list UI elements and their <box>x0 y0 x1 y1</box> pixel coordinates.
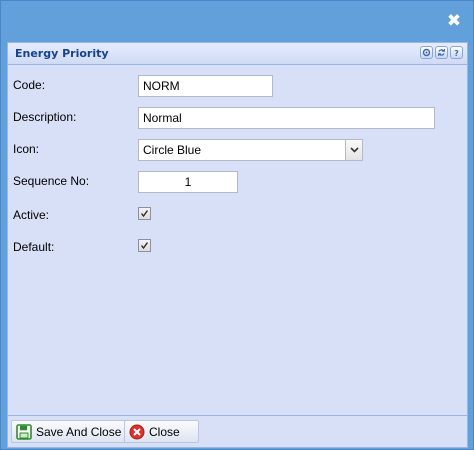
icon-select-value: Circle Blue <box>143 143 202 157</box>
save-and-close-button[interactable]: Save And Close <box>11 420 129 443</box>
default-row: Default: <box>13 237 463 257</box>
icon-select[interactable]: Circle Blue <box>138 139 363 161</box>
description-label: Description: <box>13 110 77 124</box>
dialog-footer: Save And Close Close <box>8 415 467 447</box>
panel-header: Energy Priority ? <box>8 43 467 65</box>
active-row: Active: <box>13 205 463 225</box>
refresh-icon[interactable] <box>435 46 448 59</box>
gear-icon[interactable] <box>420 46 433 59</box>
checkmark-icon <box>140 210 149 218</box>
code-label: Code: <box>13 78 46 92</box>
panel-tools: ? <box>420 46 463 59</box>
checkmark-icon <box>140 242 149 250</box>
dialog-window: ✖ Energy Priority ? Code: NORM Descripti… <box>0 0 474 450</box>
icon-row: Icon: Circle Blue <box>13 139 463 161</box>
chevron-down-icon[interactable] <box>345 140 362 160</box>
default-checkbox[interactable] <box>138 239 151 252</box>
description-row: Description: Normal <box>13 107 463 129</box>
energy-priority-panel: Energy Priority ? Code: NORM Description… <box>7 42 468 448</box>
save-icon <box>16 423 32 440</box>
code-field[interactable]: NORM <box>138 75 273 97</box>
close-button[interactable]: Close <box>124 420 199 443</box>
description-field[interactable]: Normal <box>138 107 435 129</box>
panel-title: Energy Priority <box>15 47 109 60</box>
close-window-icon[interactable]: ✖ <box>446 12 462 30</box>
icon-label: Icon: <box>13 142 40 156</box>
help-icon[interactable]: ? <box>450 46 463 59</box>
default-label: Default: <box>13 240 55 254</box>
close-label: Close <box>149 424 180 439</box>
sequence-field[interactable]: 1 <box>138 171 238 193</box>
close-icon <box>129 424 145 439</box>
sequence-label: Sequence No: <box>13 174 90 188</box>
save-and-close-label: Save And Close <box>36 424 122 439</box>
code-row: Code: NORM <box>13 75 463 97</box>
svg-text:?: ? <box>454 49 459 57</box>
sequence-row: Sequence No: 1 <box>13 171 463 193</box>
active-checkbox[interactable] <box>138 207 151 220</box>
active-label: Active: <box>13 208 50 222</box>
